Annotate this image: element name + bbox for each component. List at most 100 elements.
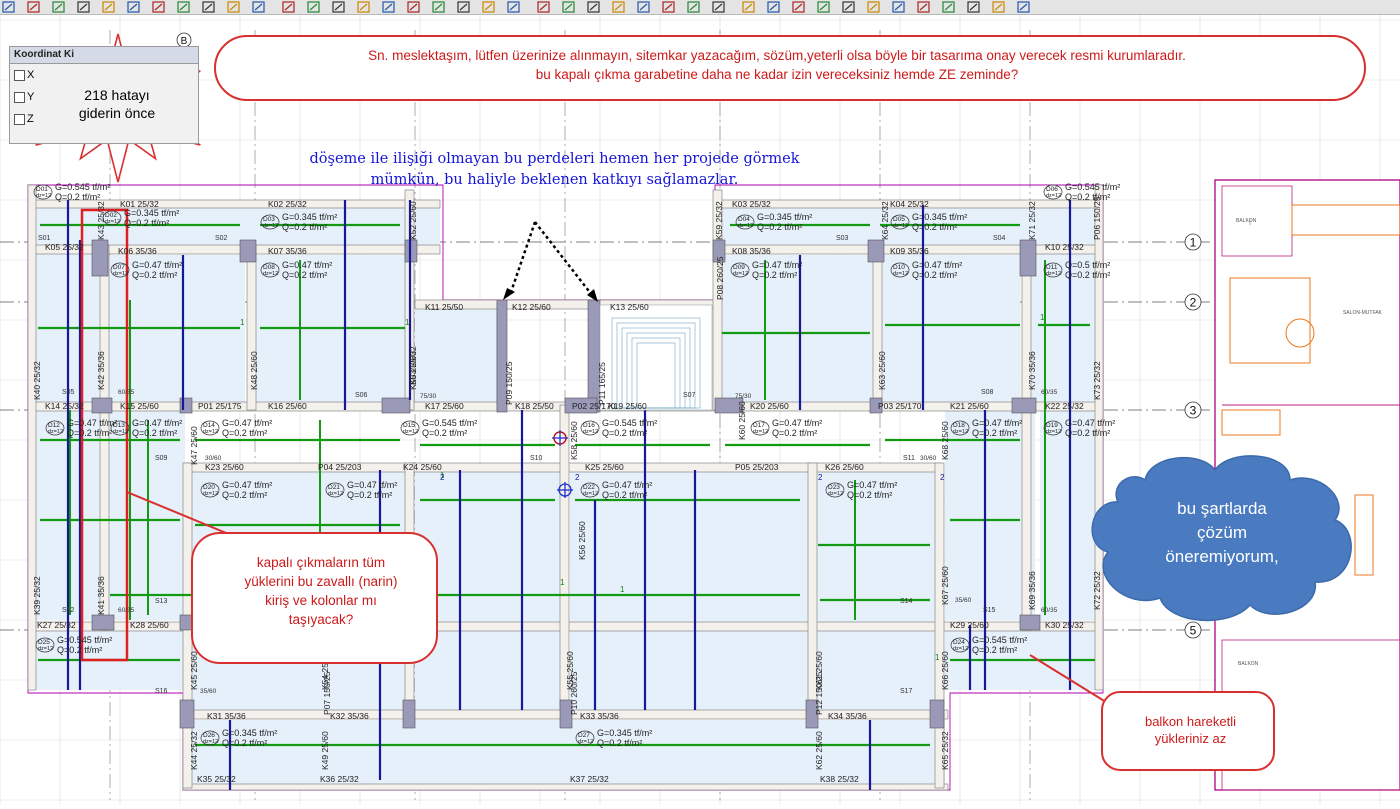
pin-icon[interactable]	[742, 1, 755, 13]
chart-icon[interactable]	[892, 1, 905, 13]
curve-icon[interactable]	[307, 1, 320, 13]
elevation-icon[interactable]	[482, 1, 495, 13]
slab-load-q: Q=0.2 tf/m²	[912, 270, 957, 280]
slab-thickness: dz=12	[753, 429, 768, 435]
beam-label-vertical: P06 150/25	[1092, 196, 1102, 240]
beam-label-vertical: K58 25/60	[569, 421, 579, 460]
dimension-icon[interactable]	[407, 1, 420, 13]
slab-load-q: Q=0.2 tf/m²	[222, 738, 267, 748]
triangle-icon[interactable]	[792, 1, 805, 13]
slab-thickness: dz=12	[48, 429, 63, 435]
window-icon[interactable]	[1017, 1, 1030, 13]
image-icon[interactable]	[282, 1, 295, 13]
space-label: S17	[900, 688, 913, 695]
slab-load-g: Q=0.5 tf/m²	[1065, 260, 1110, 270]
beam-label: K09 35/36	[890, 246, 929, 256]
frame-icon[interactable]	[152, 1, 165, 13]
sketch-icon[interactable]	[967, 1, 980, 13]
fill-icon[interactable]	[867, 1, 880, 13]
drawing-canvas[interactable]: K01 25/32 K02 25/32 K03 25/32 K04 25/32 K05 …	[0, 15, 1400, 804]
coord-z-checkbox[interactable]	[14, 113, 25, 125]
beam-label: K22 25/32	[1045, 401, 1084, 411]
slab-thickness: dz=12	[733, 271, 748, 277]
slab-load-q: Q=0.2 tf/m²	[1065, 192, 1110, 202]
coord-x-row[interactable]: X	[10, 64, 198, 86]
axis-number: 1	[1190, 236, 1197, 250]
dimension-label: 60/35	[1041, 607, 1058, 614]
rebar-count: 1	[560, 578, 565, 587]
slab-icon[interactable]	[252, 1, 265, 13]
beam-label-vertical: K49 25/60	[320, 731, 330, 770]
scale-icon[interactable]	[612, 1, 625, 13]
report-icon[interactable]	[637, 1, 650, 13]
axis-icon[interactable]	[507, 1, 520, 13]
slab-load-g: G=0.47 tf/m²	[972, 418, 1022, 428]
copy-icon[interactable]	[537, 1, 550, 13]
line-icon[interactable]	[127, 1, 140, 13]
slab-thickness: dz=12	[263, 223, 278, 229]
beam-label: K17 25/60	[425, 401, 464, 411]
slab-panel	[945, 410, 1035, 620]
snap-icon[interactable]	[27, 1, 40, 13]
arrow-icon[interactable]	[942, 1, 955, 13]
rebar-count: 1	[405, 318, 410, 327]
slab-load-g: G=0.545 tf/m²	[57, 635, 112, 645]
slab-load-q: Q=0.2 tf/m²	[972, 428, 1017, 438]
beam-label: K11 25/50	[425, 302, 463, 312]
slab-id: D23	[828, 484, 840, 491]
coord-x-checkbox[interactable]	[14, 69, 25, 81]
slab-load-q: Q=0.2 tf/m²	[282, 222, 327, 232]
slab-load-q: Q=0.2 tf/m²	[1065, 428, 1110, 438]
slab-id: D04	[738, 216, 750, 223]
beam-label: K20 25/60	[750, 401, 789, 411]
select-icon[interactable]	[2, 1, 15, 13]
trim-icon[interactable]	[52, 1, 65, 13]
grid-icon[interactable]	[432, 1, 445, 13]
dimension-label: 75/30	[420, 393, 437, 400]
marker-icon[interactable]	[817, 1, 830, 13]
beam-label: K36 25/32	[320, 774, 359, 784]
beam-label-vertical: K42 35/36	[96, 351, 106, 390]
space-label: S11	[903, 455, 915, 462]
dimension-label: 30/60	[920, 455, 937, 462]
rebar-count: 2	[575, 473, 580, 482]
flag-icon[interactable]	[992, 1, 1005, 13]
beam-label-vertical: K45 25/60	[189, 651, 199, 690]
slab-load-q: Q=0.2 tf/m²	[347, 490, 392, 500]
beam-h	[29, 244, 441, 255]
report2-icon[interactable]	[662, 1, 675, 13]
slab-load-q: Q=0.2 tf/m²	[67, 428, 112, 438]
coord-x-label: X	[27, 69, 35, 81]
beam-label: K34 35/36	[828, 711, 867, 721]
mirror-icon[interactable]	[562, 1, 575, 13]
vector-icon[interactable]	[917, 1, 930, 13]
column	[1019, 614, 1041, 631]
slab-thickness: dz=12	[403, 429, 418, 435]
beam-icon[interactable]	[202, 1, 215, 13]
flip-icon[interactable]	[587, 1, 600, 13]
beam-label: K29 25/60	[950, 620, 989, 630]
wall-icon[interactable]	[227, 1, 240, 13]
circle-icon[interactable]	[357, 1, 370, 13]
report3-icon[interactable]	[687, 1, 700, 13]
slab-panel	[105, 410, 185, 620]
slab-id: D20	[203, 484, 215, 491]
column-icon[interactable]	[177, 1, 190, 13]
paint-icon[interactable]	[842, 1, 855, 13]
pen-icon[interactable]	[767, 1, 780, 13]
slab-load-g: G=0.47 tf/m²	[222, 480, 272, 490]
slab-panel	[720, 255, 875, 405]
slab-thickness: dz=12	[203, 739, 218, 745]
polyline-icon[interactable]	[332, 1, 345, 13]
beam-label-vertical: P11 165/25	[597, 362, 607, 405]
table-icon[interactable]	[457, 1, 470, 13]
coord-y-checkbox[interactable]	[14, 91, 25, 103]
slab-panel	[255, 255, 405, 405]
rotate-icon[interactable]	[102, 1, 115, 13]
beam-label: K14 25/32	[45, 401, 84, 411]
move-icon[interactable]	[77, 1, 90, 13]
slab-load-g: G=0.545 tf/m²	[972, 635, 1027, 645]
slab-id: D25	[38, 639, 50, 646]
zoom-icon[interactable]	[712, 1, 725, 13]
hatch-icon[interactable]	[382, 1, 395, 13]
